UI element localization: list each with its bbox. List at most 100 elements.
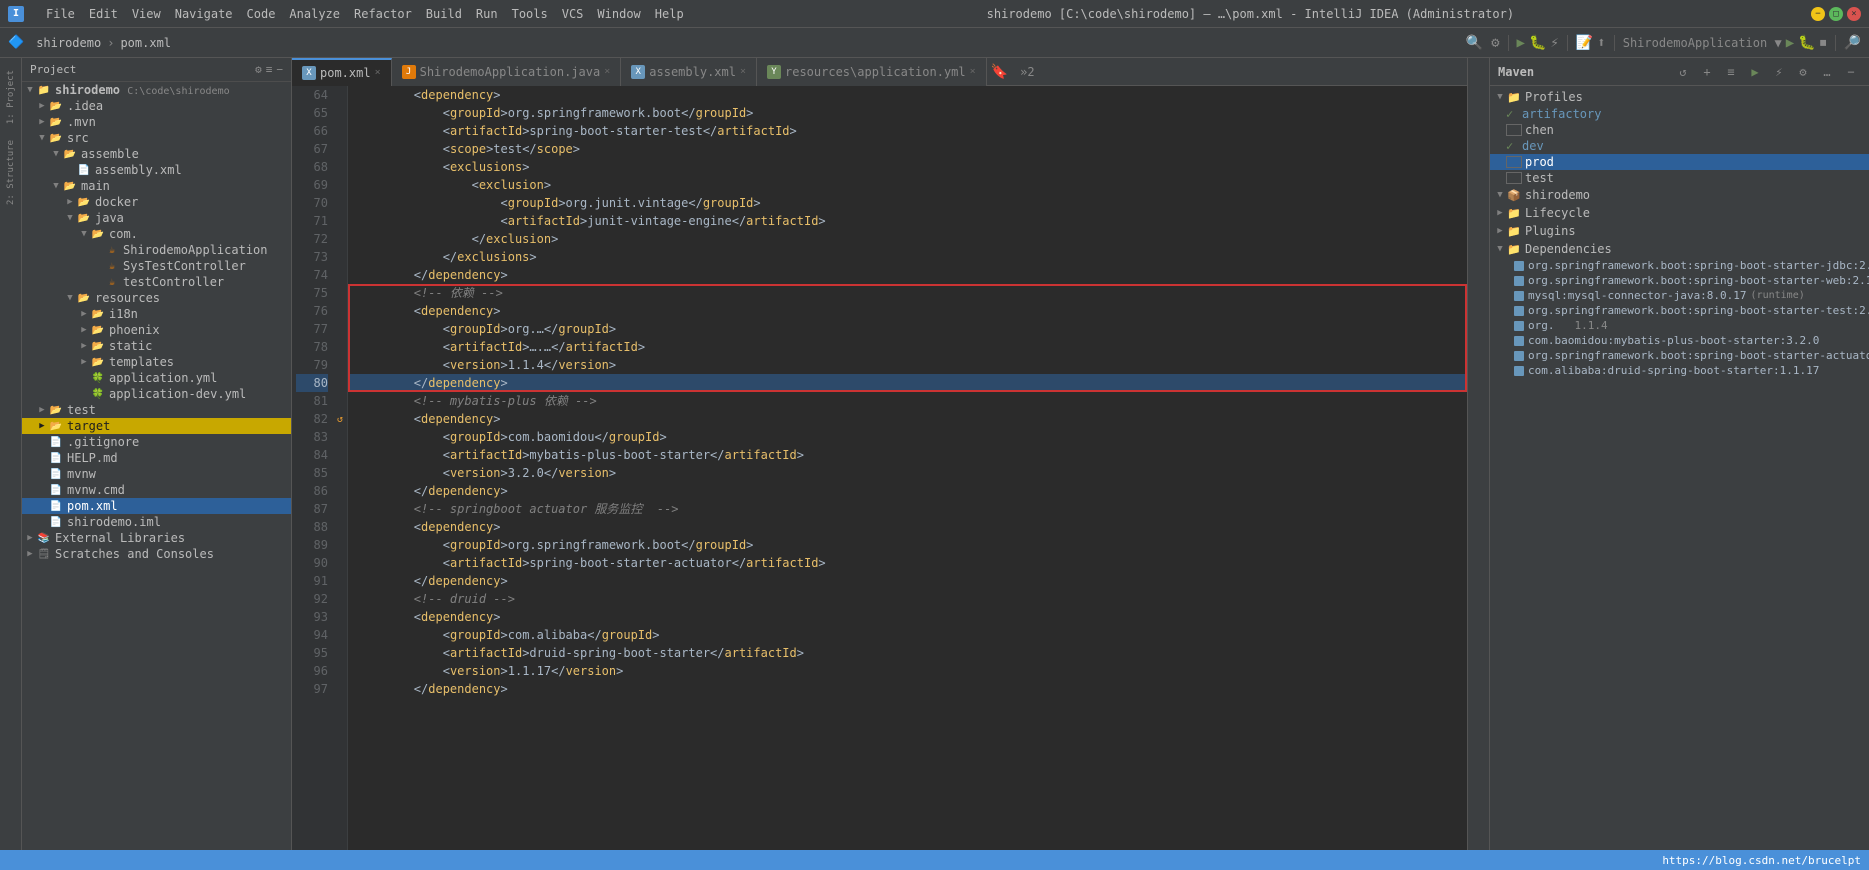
- tree-item-assembly-xml[interactable]: 📄 assembly.xml: [22, 162, 291, 178]
- tab-appyml[interactable]: Y resources\application.yml ×: [757, 58, 987, 86]
- tab-close-pom[interactable]: ×: [375, 67, 381, 78]
- tree-item-ext-libs[interactable]: ▶ 📚 External Libraries: [22, 530, 291, 546]
- settings-icon[interactable]: ⚙: [1491, 35, 1499, 51]
- stop-btn[interactable]: ⏹: [1820, 35, 1827, 51]
- menu-navigate[interactable]: Navigate: [169, 5, 239, 23]
- check-chen[interactable]: [1506, 124, 1522, 136]
- dep-druid[interactable]: com.alibaba:druid-spring-boot-starter:1.…: [1490, 363, 1869, 378]
- dep-jdbc[interactable]: org.springframework.boot:spring-boot-sta…: [1490, 258, 1869, 273]
- search-everywhere-icon[interactable]: 🔍: [1466, 35, 1483, 51]
- code-line-68[interactable]: <exclusions>: [348, 158, 1467, 176]
- menu-file[interactable]: File: [40, 5, 81, 23]
- code-line-76[interactable]: <dependency>: [348, 302, 1467, 320]
- dep-mysql[interactable]: mysql:mysql-connector-java:8.0.17 (runti…: [1490, 288, 1869, 303]
- tree-item-application-yml[interactable]: 🍀 application.yml: [22, 370, 291, 386]
- maven-add-btn[interactable]: +: [1697, 62, 1717, 82]
- maven-plugins[interactable]: ▶ 📁 Plugins: [1490, 222, 1869, 240]
- push-icon[interactable]: ⬆: [1597, 35, 1605, 51]
- tree-item-templates[interactable]: ▶ 📂 templates: [22, 354, 291, 370]
- code-line-73[interactable]: </exclusions>: [348, 248, 1467, 266]
- maven-run-btn[interactable]: ▶: [1745, 62, 1765, 82]
- left-side-tabs[interactable]: 1: Project 2: Structure: [0, 58, 22, 850]
- tree-item-shirodemo[interactable]: ▼ 📁 shirodemo C:\code\shirodemo: [22, 82, 291, 98]
- tab-close-appyml[interactable]: ×: [970, 66, 976, 77]
- code-line-92[interactable]: <!-- druid -->: [348, 590, 1467, 608]
- code-line-93[interactable]: <dependency>: [348, 608, 1467, 626]
- debug-btn[interactable]: 🐛: [1798, 35, 1815, 51]
- menu-edit[interactable]: Edit: [83, 5, 124, 23]
- code-line-81[interactable]: <!-- mybatis-plus 依赖 -->: [348, 392, 1467, 410]
- code-line-80[interactable]: </dependency>: [348, 374, 1467, 392]
- menu-code[interactable]: Code: [241, 5, 282, 23]
- tree-item-shirodemo-iml[interactable]: 📄 shirodemo.iml: [22, 514, 291, 530]
- find-btn[interactable]: 🔎: [1844, 35, 1861, 51]
- menu-analyze[interactable]: Analyze: [283, 5, 346, 23]
- tab-close-assembly[interactable]: ×: [740, 66, 746, 77]
- tab-shirodemo-app[interactable]: J ShirodemoApplication.java ×: [392, 58, 622, 86]
- tree-item-java[interactable]: ▼ 📂 java: [22, 210, 291, 226]
- maven-more-btn[interactable]: …: [1817, 62, 1837, 82]
- panel-minimize-icon[interactable]: −: [276, 63, 283, 76]
- panel-toolbar[interactable]: ⚙ ≡ −: [255, 63, 283, 76]
- tree-item-mvn[interactable]: ▶ 📂 .mvn: [22, 114, 291, 130]
- tree-item-main[interactable]: ▼ 📂 main: [22, 178, 291, 194]
- code-line-85[interactable]: <version>3.2.0</version>: [348, 464, 1467, 482]
- tree-item-application-dev-yml[interactable]: 🍀 application-dev.yml: [22, 386, 291, 402]
- tree-item-phoenix[interactable]: ▶ 📂 phoenix: [22, 322, 291, 338]
- code-editor[interactable]: 6465666768 6970717273 7475767778 7980 81…: [292, 86, 1467, 850]
- code-line-67[interactable]: <scope>test</scope>: [348, 140, 1467, 158]
- editor-tabs-bar[interactable]: X pom.xml × J ShirodemoApplication.java …: [292, 58, 1467, 86]
- menu-view[interactable]: View: [126, 5, 167, 23]
- right-vertical-tabs[interactable]: [1467, 58, 1489, 850]
- maven-panel-toolbar[interactable]: ↺ + ≡ ▶ ⚡ ⚙ … −: [1673, 62, 1861, 82]
- check-dev[interactable]: ✓: [1506, 139, 1522, 153]
- code-line-87[interactable]: <!-- springboot actuator 服务监控 -->: [348, 500, 1467, 518]
- tree-item-pom-xml[interactable]: 📄 pom.xml: [22, 498, 291, 514]
- tree-item-static[interactable]: ▶ 📂 static: [22, 338, 291, 354]
- tree-item-src[interactable]: ▼ 📂 src: [22, 130, 291, 146]
- tab-assembly[interactable]: X assembly.xml ×: [621, 58, 757, 86]
- tree-item-ShirodemoApp[interactable]: ☕ ShirodemoApplication: [22, 242, 291, 258]
- maven-tree[interactable]: ▼ 📁 Profiles ✓ artifactory chen ✓: [1490, 86, 1869, 850]
- debug-icon[interactable]: 🐛: [1529, 35, 1546, 51]
- run-config[interactable]: ShirodemoApplication ▼: [1623, 36, 1782, 50]
- tab-close-app[interactable]: ×: [604, 66, 610, 77]
- menu-build[interactable]: Build: [420, 5, 468, 23]
- code-line-79[interactable]: <version>1.1.4</version>: [348, 356, 1467, 374]
- dep-mybatis[interactable]: com.baomidou:mybatis-plus-boot-starter:3…: [1490, 333, 1869, 348]
- code-line-89[interactable]: <groupId>org.springframework.boot</group…: [348, 536, 1467, 554]
- code-line-71[interactable]: <artifactId>junit-vintage-engine</artifa…: [348, 212, 1467, 230]
- code-line-78[interactable]: <artifactId>….…</artifactId>: [348, 338, 1467, 356]
- code-line-96[interactable]: <version>1.1.17</version>: [348, 662, 1467, 680]
- code-line-69[interactable]: <exclusion>: [348, 176, 1467, 194]
- tree-item-i18n[interactable]: ▶ 📂 i18n: [22, 306, 291, 322]
- code-content[interactable]: <dependency> <groupId>org.springframewor…: [348, 86, 1467, 850]
- code-line-77[interactable]: <groupId>org.…</groupId>: [348, 320, 1467, 338]
- maven-profile-prod[interactable]: prod: [1490, 154, 1869, 170]
- maven-config-btn[interactable]: ⚙: [1793, 62, 1813, 82]
- panel-gear-icon[interactable]: ⚙: [255, 63, 262, 76]
- tree-item-mvnw-cmd[interactable]: 📄 mvnw.cmd: [22, 482, 291, 498]
- code-line-83[interactable]: <groupId>com.baomidou</groupId>: [348, 428, 1467, 446]
- maven-dependencies[interactable]: ▼ 📁 Dependencies: [1490, 240, 1869, 258]
- minimize-button[interactable]: −: [1811, 7, 1825, 21]
- tab-pom-xml[interactable]: X pom.xml ×: [292, 58, 392, 86]
- code-line-91[interactable]: </dependency>: [348, 572, 1467, 590]
- menu-bar[interactable]: File Edit View Navigate Code Analyze Ref…: [40, 5, 690, 23]
- code-line-90[interactable]: <artifactId>spring-boot-starter-actuator…: [348, 554, 1467, 572]
- commit-icon[interactable]: 📝: [1576, 35, 1593, 51]
- code-line-74[interactable]: </dependency>: [348, 266, 1467, 284]
- check-test[interactable]: [1506, 172, 1522, 184]
- code-line-97[interactable]: </dependency>: [348, 680, 1467, 698]
- menu-vcs[interactable]: VCS: [556, 5, 590, 23]
- tree-item-scratches[interactable]: ▶ 🗒 Scratches and Consoles: [22, 546, 291, 562]
- dep-web[interactable]: org.springframework.boot:spring-boot-sta…: [1490, 273, 1869, 288]
- menu-help[interactable]: Help: [649, 5, 690, 23]
- run-btn[interactable]: ▶: [1786, 35, 1794, 51]
- menu-run[interactable]: Run: [470, 5, 504, 23]
- close-button[interactable]: ×: [1847, 7, 1861, 21]
- code-line-88[interactable]: <dependency>: [348, 518, 1467, 536]
- check-artifactory[interactable]: ✓: [1506, 107, 1522, 121]
- menu-tools[interactable]: Tools: [506, 5, 554, 23]
- structure-tab[interactable]: 2: Structure: [4, 136, 18, 209]
